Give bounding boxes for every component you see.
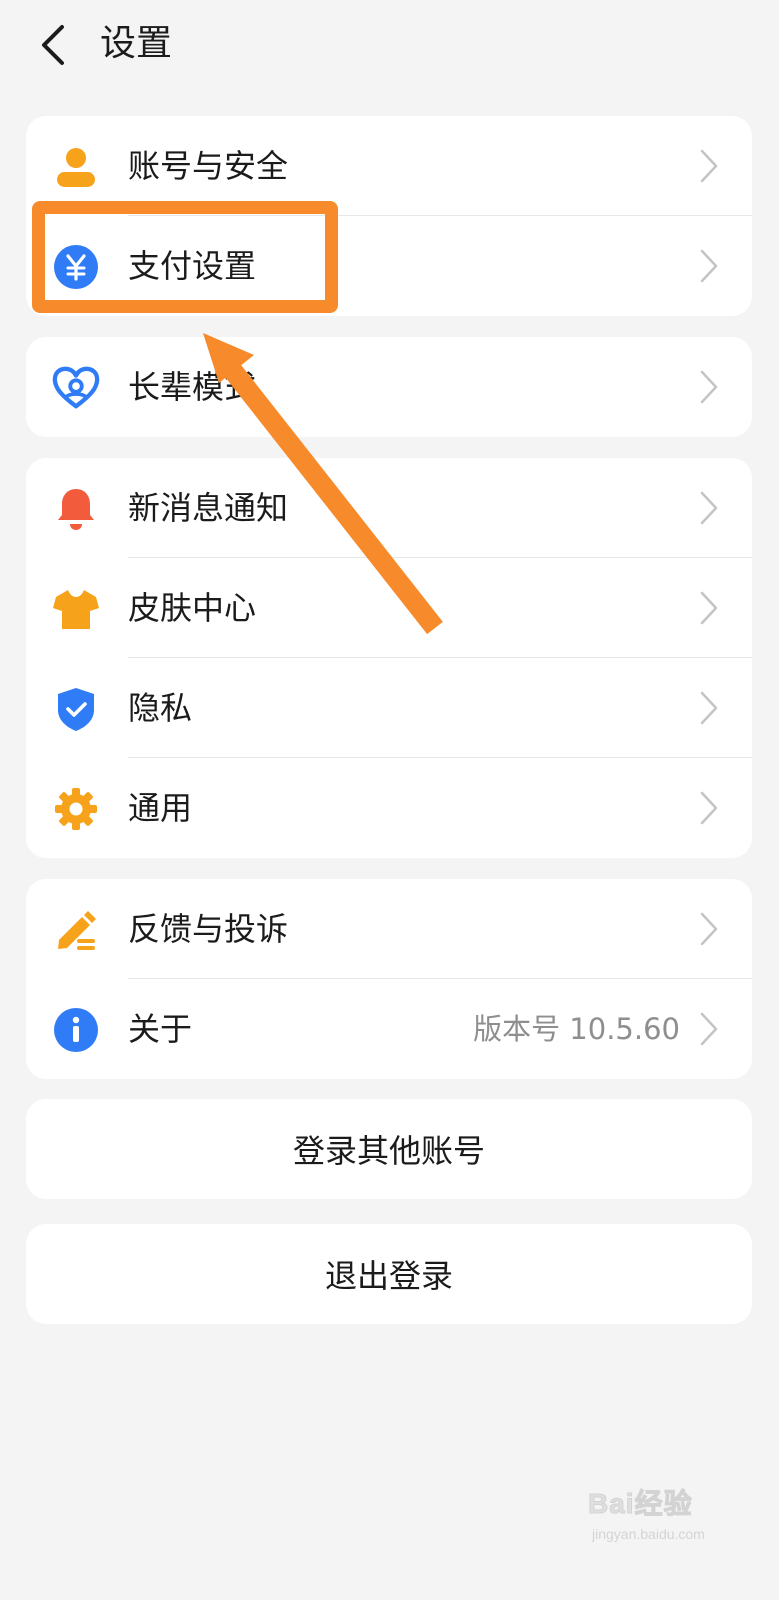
settings-item-skin-center[interactable]: 皮肤中心 xyxy=(26,558,752,658)
watermark-logo: Bai经验 jingyan.baidu.com xyxy=(588,1482,728,1562)
settings-item-label: 关于 xyxy=(128,1010,193,1048)
tshirt-icon xyxy=(52,585,100,633)
settings-group-about: 反馈与投诉 关于 版本号 10.5.60 xyxy=(26,879,752,1079)
settings-group-general: 新消息通知 皮肤中心 隐私 通用 xyxy=(26,458,752,858)
settings-item-privacy[interactable]: 隐私 xyxy=(26,658,752,758)
heart-care-icon xyxy=(52,364,100,412)
version-value: 版本号 10.5.60 xyxy=(473,1012,680,1046)
watermark-brand: Bai经验 xyxy=(588,1488,693,1520)
info-icon xyxy=(52,1006,100,1054)
gear-icon xyxy=(52,785,100,833)
pencil-icon xyxy=(52,906,100,954)
settings-item-label: 长辈模式 xyxy=(128,368,257,406)
shield-check-icon xyxy=(52,685,100,733)
settings-item-label: 皮肤中心 xyxy=(128,589,257,627)
switch-account-button[interactable]: 登录其他账号 xyxy=(26,1099,752,1199)
settings-item-label: 隐私 xyxy=(128,689,193,727)
logout-button[interactable]: 退出登录 xyxy=(26,1224,752,1324)
back-button[interactable] xyxy=(28,20,78,70)
chevron-right-icon xyxy=(696,148,722,184)
chevron-right-icon xyxy=(696,1011,722,1047)
bell-icon xyxy=(52,485,100,533)
settings-item-feedback[interactable]: 反馈与投诉 xyxy=(26,879,752,979)
user-icon xyxy=(52,143,100,191)
settings-item-label: 通用 xyxy=(128,789,193,827)
settings-item-about[interactable]: 关于 版本号 10.5.60 xyxy=(26,979,752,1079)
settings-item-label: 新消息通知 xyxy=(128,489,289,527)
watermark-url: jingyan.baidu.com xyxy=(592,1526,705,1542)
chevron-right-icon xyxy=(696,690,722,726)
settings-group-elder: 长辈模式 xyxy=(26,337,752,437)
settings-item-general[interactable]: 通用 xyxy=(26,758,752,858)
settings-item-label: 反馈与投诉 xyxy=(128,910,289,948)
chevron-right-icon xyxy=(696,248,722,284)
header-bar: 设置 xyxy=(0,0,779,96)
highlight-box xyxy=(32,201,338,313)
chevron-right-icon xyxy=(696,369,722,405)
page-title: 设置 xyxy=(100,23,173,64)
settings-item-notifications[interactable]: 新消息通知 xyxy=(26,458,752,558)
settings-item-elder-mode[interactable]: 长辈模式 xyxy=(26,337,752,437)
chevron-left-icon xyxy=(42,25,64,65)
chevron-right-icon xyxy=(696,590,722,626)
chevron-right-icon xyxy=(696,490,722,526)
settings-item-label: 账号与安全 xyxy=(128,147,289,185)
chevron-right-icon xyxy=(696,911,722,947)
chevron-right-icon xyxy=(696,790,722,826)
